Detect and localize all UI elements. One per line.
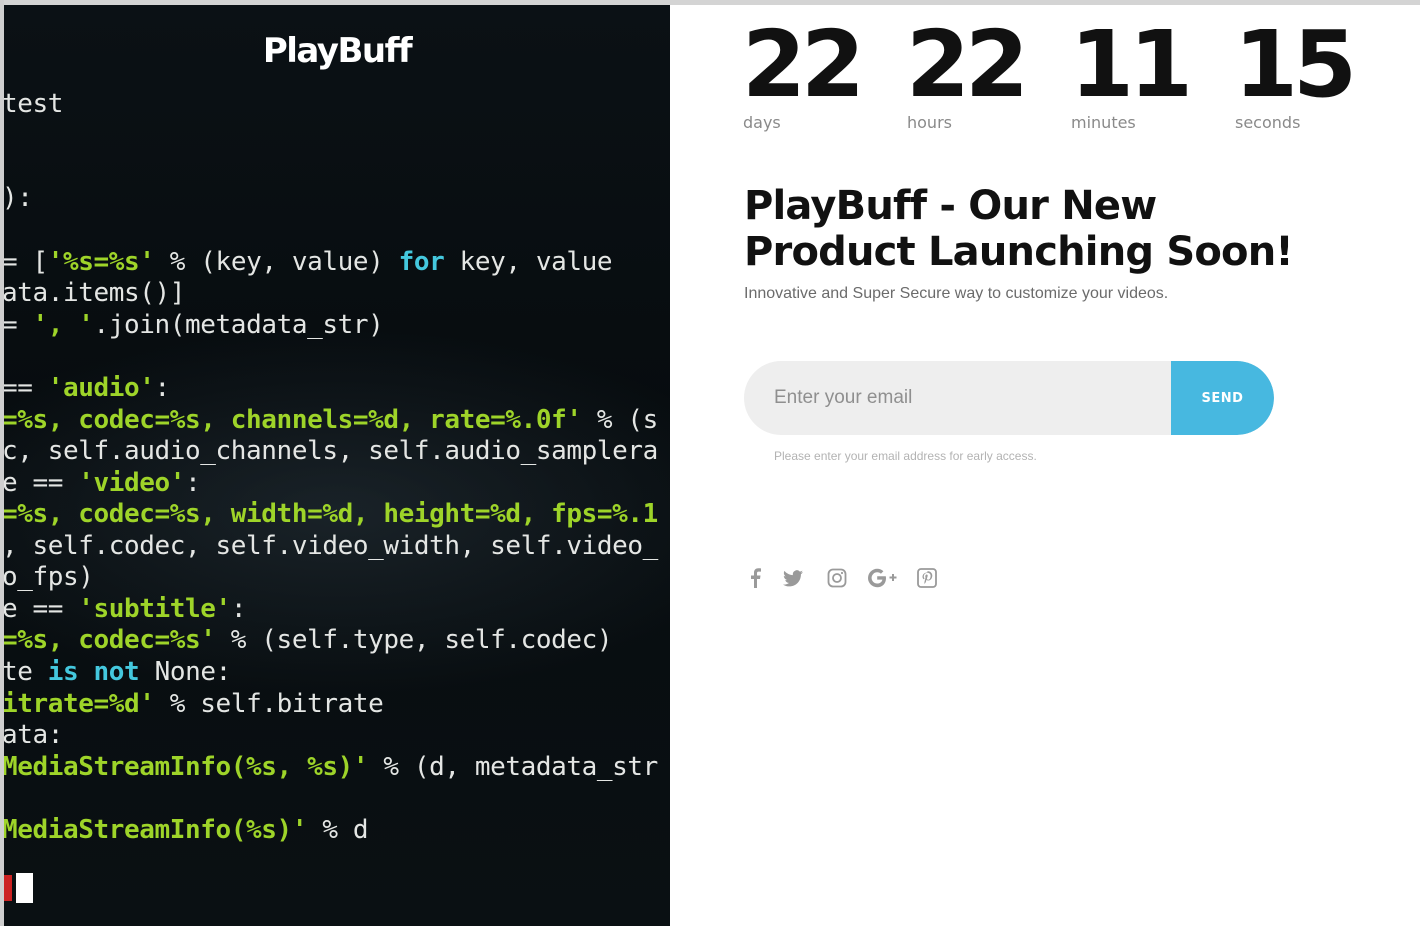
countdown-seconds-label: seconds [1235,113,1301,132]
code-token: % (s [581,405,658,435]
code-line: ata.items()] [4,278,185,308]
email-hint: Please enter your email address for earl… [774,449,1037,463]
code-line: =%s, codec=%s, channels=%d, rate=%.0f' %… [4,405,658,435]
code-token: : [185,468,201,498]
code-token: % (self.type, self.codec) [215,625,613,655]
code-token: None: [139,657,232,687]
code-token: 'subtitle' [78,594,231,624]
code-line: e == 'video': [4,468,201,498]
code-line: o_fps) [4,562,94,592]
code-token: ): [4,183,33,213]
send-button[interactable]: SEND [1171,361,1274,435]
code-token: key, value [444,247,613,277]
code-token: : [154,373,171,403]
code-token: c, self.audio_channels, self.audio_sampl… [4,436,658,466]
page-title-line-1: PlayBuff - Our New [744,183,1157,229]
code-line: =%s, codec=%s' % (self.type, self.codec) [4,625,613,655]
countdown-hours-value: 22 [906,11,1029,118]
page-subtitle: Innovative and Super Secure way to custo… [744,285,1169,302]
code-token: test [4,89,64,119]
google-plus-icon[interactable] [866,565,900,591]
twitter-icon[interactable] [780,565,806,591]
countdown-hours-label: hours [907,113,952,132]
code-token: 'video' [78,468,186,498]
code-token: , self.codec, self.video_width, self.vid… [4,531,658,561]
code-token: 'audio' [47,373,155,403]
code-token: =%s, codec=%s, channels=%d, rate=%.0f' [4,405,582,435]
code-token: =%s, codec=%s' [4,625,216,655]
code-token: % self.bitrate [154,689,384,719]
code-line: MediaStreamInfo(%s)' % d [4,815,368,845]
code-line: , self.codec, self.video_width, self.vid… [4,531,658,561]
code-token: MediaStreamInfo(%s, %s)' [4,752,369,782]
code-line: c, self.audio_channels, self.audio_sampl… [4,436,658,466]
code-token: == [4,373,48,403]
countdown-days-label: days [743,113,781,132]
countdown-minutes-label: minutes [1071,113,1136,132]
code-line: MediaStreamInfo(%s, %s)' % (d, metadata_… [4,752,658,782]
code-line: ): [4,183,33,213]
code-token: % (d, metadata_str [368,752,658,782]
code-token: .join(metadata_str) [93,310,384,340]
code-line: ata: [4,720,63,750]
code-line: te is not None: [4,657,231,687]
code-line: test [4,89,63,119]
countdown-days-value: 22 [742,11,865,118]
code-token: ata: [4,720,64,750]
prompt-marker [4,875,12,901]
code-terminal: test): = ['%s=%s' % (key, value) for key,… [4,5,670,926]
code-token: not [93,657,140,687]
facebook-icon[interactable] [742,565,768,591]
code-token: o_fps) [4,562,94,592]
launch-page: 22 days 22 hours 11 minutes 15 seconds P… [670,5,1420,926]
code-token: : [230,594,247,624]
code-token: ', ' [32,310,94,340]
countdown-seconds-value: 15 [1234,11,1357,118]
code-token: =%s, codec=%s, width=%d, height=%d, fps=… [4,499,658,529]
code-line: = ', '.join(metadata_str) [4,310,384,340]
code-token: '%s=%s' [47,247,155,277]
code-token: te [4,657,48,687]
countdown-minutes-value: 11 [1070,11,1193,118]
code-token: e == [4,594,79,624]
terminal-cursor [16,873,33,903]
code-line: = ['%s=%s' % (key, value) for key, value [4,247,613,277]
terminal-panel: test): = ['%s=%s' % (key, value) for key,… [4,5,670,926]
pinterest-icon[interactable] [914,565,940,591]
code-line: == 'audio': [4,373,170,403]
code-token: MediaStreamInfo(%s)' [4,815,308,845]
code-token: for [398,247,445,277]
code-token: itrate=%d' [4,689,155,719]
page-title-line-2: Product Launching Soon! [744,229,1294,275]
code-token: = [4,310,33,340]
code-line: itrate=%d' % self.bitrate [4,689,384,719]
code-token: % (key, value) [154,247,399,277]
email-field[interactable] [744,361,1172,435]
code-token: e == [4,468,79,498]
code-token: = [ [4,247,48,277]
page-title: PlayBuff - Our New Product Launching Soo… [744,183,1364,275]
code-token: % d [307,815,369,845]
code-token: ata.items()] [4,278,186,308]
instagram-icon[interactable] [824,565,850,591]
code-token: is [47,657,79,687]
subscribe-form: SEND [744,361,1274,435]
code-line: e == 'subtitle': [4,594,247,624]
brand-logo: PlayBuff [262,31,413,71]
code-line: =%s, codec=%s, width=%d, height=%d, fps=… [4,499,658,529]
